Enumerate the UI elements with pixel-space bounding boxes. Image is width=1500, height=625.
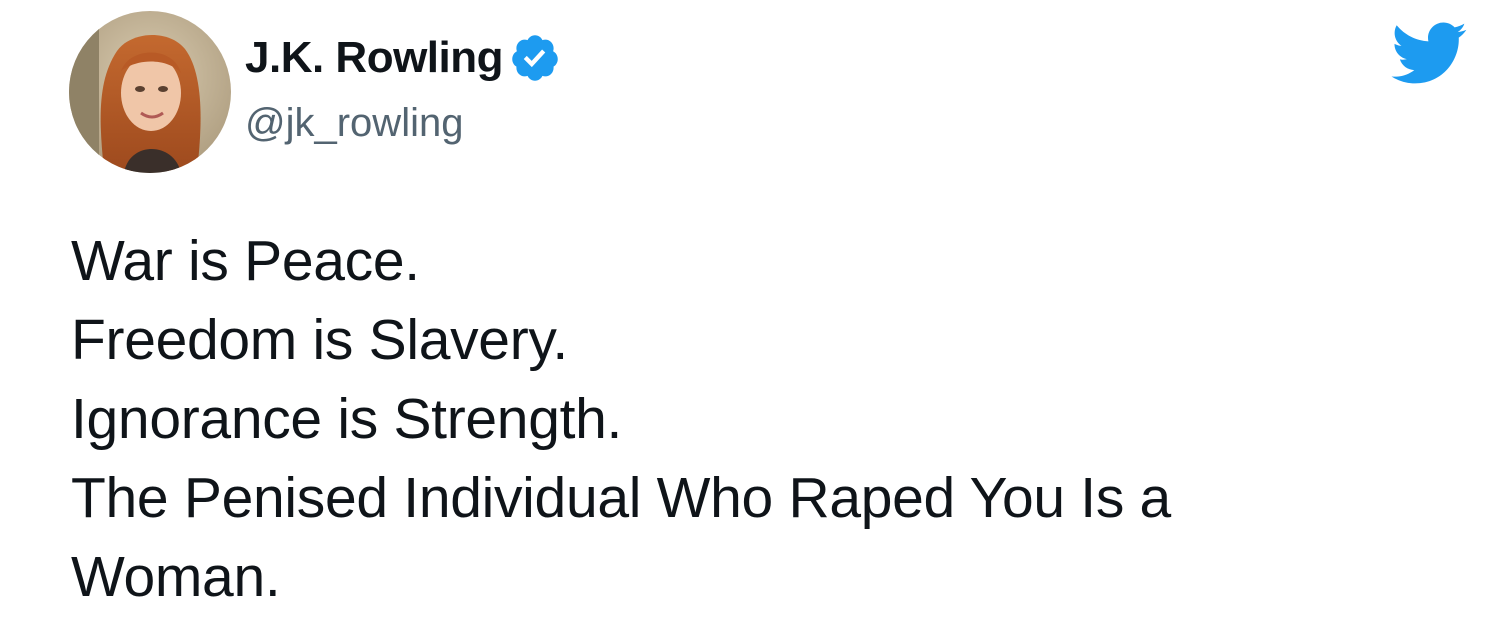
tweet-line: Woman. [71,545,281,609]
verified-badge-icon [509,32,561,84]
tweet-line: Freedom is Slavery. [71,308,568,372]
tweet-line: The Penised Individual Who Raped You Is … [71,466,1171,530]
tweet-card: J.K. Rowling @jk_rowling War is Peace. F… [0,0,1500,625]
user-handle[interactable]: @jk_rowling [245,98,463,148]
tweet-line: Ignorance is Strength. [71,387,623,451]
tweet-line: War is Peace. [71,229,420,293]
tweet-text: War is Peace. Freedom is Slavery. Ignora… [71,222,1451,617]
author-name-row: J.K. Rowling [245,30,561,86]
display-name[interactable]: J.K. Rowling [245,30,504,86]
twitter-bird-icon[interactable] [1388,20,1468,86]
profile-photo [69,11,231,173]
avatar[interactable] [69,11,231,173]
